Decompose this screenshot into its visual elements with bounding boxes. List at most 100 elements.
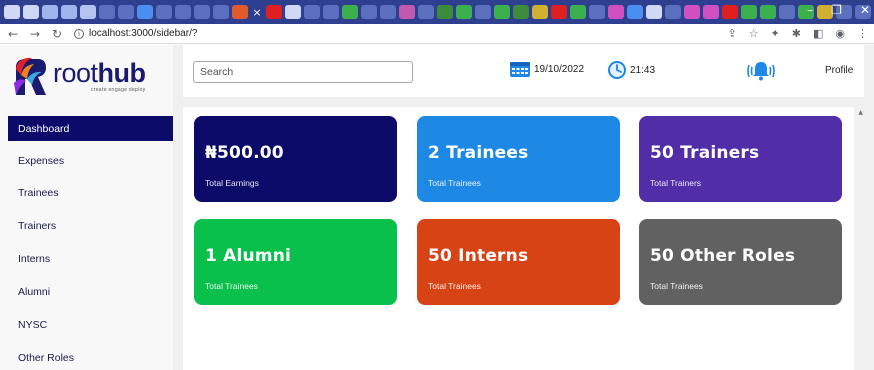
top-bar: 19/10/2022 21:43 Profile [183,45,864,97]
sidebar-item-label: Trainers [18,219,57,232]
calendar-icon [510,62,530,77]
browser-tab-favicon-icon[interactable] [137,5,153,19]
browser-tab-favicon-icon[interactable] [99,5,115,19]
share-icon[interactable]: ⇪ [727,27,736,40]
profile-link[interactable]: Profile [825,65,853,76]
profile-avatar-icon[interactable]: ◉ [835,27,845,40]
browser-tab-favicon-icon[interactable] [213,5,229,19]
url-field[interactable]: i localhost:3000/sidebar/? [74,26,594,42]
clock-icon [608,61,626,79]
browser-tab-favicon-icon[interactable] [551,5,567,19]
browser-tab-favicon-icon[interactable] [589,5,605,19]
sidebar-item-interns[interactable]: Interns [8,246,173,271]
sidebar-item-trainees[interactable]: Trainees [8,180,173,205]
sidebar-item-expenses[interactable]: Expenses [8,148,173,173]
browser-tab-favicon-icon[interactable] [665,5,681,19]
forward-icon[interactable]: → [26,27,44,41]
sidebar-item-trainers[interactable]: Trainers [8,213,173,238]
search-input[interactable] [193,61,413,83]
browser-tab-favicon-icon[interactable] [266,5,282,19]
browser-tab-favicon-icon[interactable] [779,5,795,19]
browser-tab-favicon-icon[interactable] [532,5,548,19]
sidebar-panel-icon[interactable]: ◧ [813,27,823,40]
browser-tab-favicon-icon[interactable] [285,5,301,19]
browser-tab-favicon-icon[interactable] [741,5,757,19]
sidebar-item-label: Interns [18,252,51,265]
sidebar: roothub create engage deploy Dashboard Ex… [0,45,173,370]
extension-icon[interactable]: ✦ [771,27,780,40]
logo-word-root: root [53,57,98,88]
browser-tab-favicon-icon[interactable] [399,5,415,19]
browser-tab-favicon-icon[interactable] [703,5,719,19]
browser-tab-favicon-icon[interactable] [156,5,172,19]
browser-tab-favicon-icon[interactable] [23,5,39,19]
browser-tab-favicon-icon[interactable] [323,5,339,19]
sidebar-item-label: Other Roles [18,351,75,364]
close-window-icon[interactable]: ✕ [860,3,870,17]
sidebar-item-dashboard[interactable]: Dashboard [8,116,173,141]
browser-tab-favicon-icon[interactable] [175,5,191,19]
browser-tab-favicon-icon[interactable] [42,5,58,19]
stat-card[interactable]: ₦500.00 Total Earnings [194,116,397,202]
browser-tab-favicon-icon[interactable] [342,5,358,19]
browser-tab-favicon-icon[interactable] [760,5,776,19]
browser-tab-favicon-icon[interactable] [194,5,210,19]
browser-menu-icon[interactable]: ⋮ [857,27,868,40]
site-info-icon[interactable]: i [74,28,84,39]
browser-tab-favicon-icon[interactable] [570,5,586,19]
bookmark-star-icon[interactable]: ☆ [749,27,759,40]
roothub-logo[interactable]: roothub create engage deploy [12,53,162,99]
browser-tab-favicon-icon[interactable] [494,5,510,19]
stat-card[interactable]: 50 Other Roles Total Trainees [639,219,842,305]
browser-tab-favicon-icon[interactable] [361,5,377,19]
browser-tab-favicon-icon[interactable] [418,5,434,19]
browser-tab-favicon-icon[interactable] [475,5,491,19]
browser-tab-favicon-icon[interactable] [456,5,472,19]
browser-tab-favicon-icon[interactable] [608,5,624,19]
scroll-up-icon[interactable]: ▲ [858,109,863,116]
main-scrollbar[interactable]: ▲ [854,107,864,370]
sidebar-item-label: Trainees [18,186,59,199]
maximize-icon[interactable]: ❐ [831,3,842,17]
sidebar-item-alumni[interactable]: Alumni [8,279,173,304]
browser-tab-favicon-icon[interactable] [80,5,96,19]
browser-tab-favicon-icon[interactable] [627,5,643,19]
stat-card[interactable]: 2 Trainees Total Trainees [417,116,620,202]
stat-card-label: Total Earnings [205,178,259,188]
browser-tab-favicon-icon[interactable] [684,5,700,19]
browser-tab-favicon-icon[interactable] [722,5,738,19]
stat-card[interactable]: 50 Trainers Total Trainers [639,116,842,202]
stat-card-label: Total Trainees [205,281,258,291]
browser-tab-favicon-icon[interactable] [380,5,396,19]
browser-tab-favicon-icon[interactable] [437,5,453,19]
browser-tab-favicon-icon[interactable] [61,5,77,19]
puzzle-icon[interactable]: ✱ [792,27,801,40]
stat-card[interactable]: 50 Interns Total Trainees [417,219,620,305]
browser-tab-favicon-icon[interactable] [4,5,20,19]
logo-mark-icon [14,57,46,95]
stat-card[interactable]: 1 Alumni Total Trainees [194,219,397,305]
sidebar-item-nysc[interactable]: NYSC [8,312,173,337]
stat-card-value: ₦500.00 [205,143,284,163]
url-text: localhost:3000/sidebar/? [89,28,198,39]
browser-tab-favicon-icon[interactable] [118,5,134,19]
time-text: 21:43 [630,64,656,76]
back-icon[interactable]: ← [4,27,22,41]
sidebar-item-other-roles[interactable]: Other Roles [8,345,173,370]
browser-tab-favicon-icon[interactable] [304,5,320,19]
logo-word-hub: hub [97,57,146,88]
browser-tab-favicon-icon[interactable] [646,5,662,19]
stat-card-label: Total Trainees [428,281,481,291]
minimize-icon[interactable]: – [807,3,813,17]
browser-tab-favicon-icon[interactable] [232,5,248,19]
reload-icon[interactable]: ↻ [48,27,66,41]
notification-bell-icon[interactable] [746,59,776,83]
browser-toolbar: ⇪ ☆ ✦ ✱ ◧ ◉ ⋮ [727,27,868,40]
tab-close-icon[interactable]: × [251,6,263,19]
page: roothub create engage deploy Dashboard Ex… [0,45,874,370]
logo-wordmark: roothub [53,57,146,88]
stat-card-value: 2 Trainees [428,143,529,163]
time-display: 21:43 [607,60,655,80]
browser-tab-favicon-icon[interactable] [513,5,529,19]
stat-card-label: Total Trainees [428,178,481,188]
